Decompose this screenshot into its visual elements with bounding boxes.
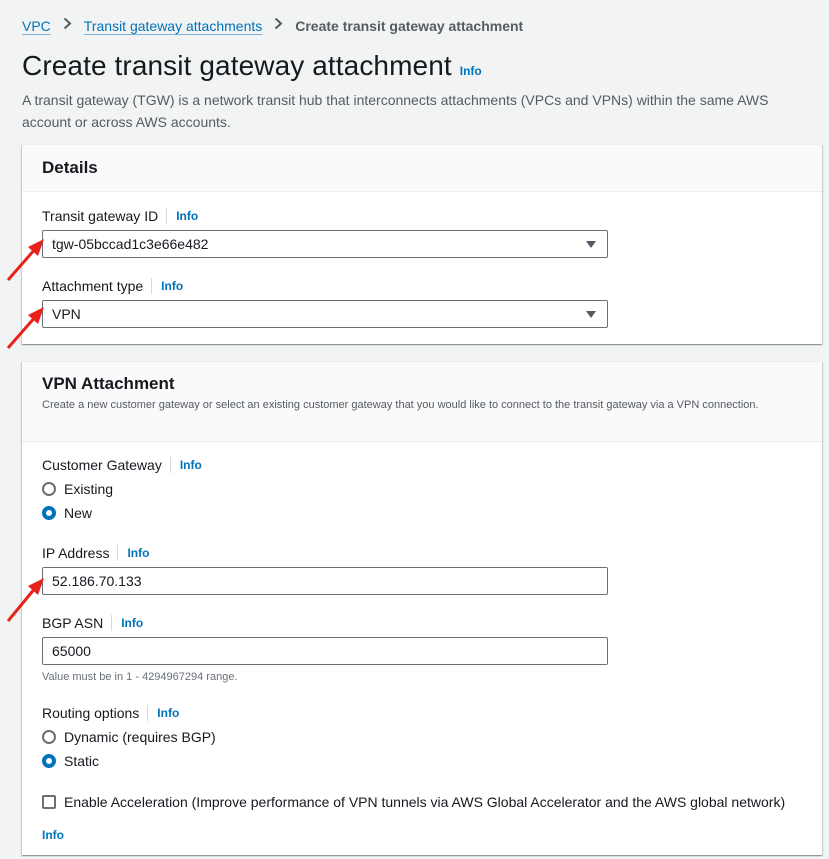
tgw-id-select[interactable]: tgw-05bccad1c3e66e482 — [42, 230, 608, 258]
attachment-type-value: VPN — [52, 306, 81, 322]
bgp-asn-input[interactable]: 65000 — [42, 637, 608, 665]
vpn-attachment-panel: VPN Attachment Create a new customer gat… — [22, 361, 822, 855]
customer-gateway-label: Customer Gateway — [42, 457, 162, 473]
routing-option-dynamic[interactable]: Dynamic (requires BGP) — [42, 725, 216, 749]
cgw-option-existing-label: Existing — [64, 481, 114, 497]
radio-dynamic[interactable] — [42, 730, 56, 744]
acceleration-label: Enable Acceleration (Improve performance… — [64, 794, 786, 810]
customer-gateway-info-link[interactable]: Info — [180, 458, 202, 472]
caret-down-icon — [586, 311, 596, 318]
details-heading: Details — [42, 158, 98, 177]
attachment-type-field: Attachment type Info VPN — [42, 278, 608, 328]
bgp-asn-hint: Value must be in 1 - 4294967294 range. — [42, 671, 238, 683]
vpn-subheading: Create a new customer gateway or select … — [42, 399, 759, 411]
cgw-option-existing[interactable]: Existing — [42, 477, 202, 501]
breadcrumb-transit-gateway-attachments[interactable]: Transit gateway attachments — [84, 18, 262, 34]
attachment-type-label: Attachment type — [42, 278, 144, 294]
ip-address-info-link[interactable]: Info — [127, 546, 149, 560]
annotation-arrow-icon — [6, 307, 44, 349]
bgp-asn-info-link[interactable]: Info — [121, 616, 143, 630]
chevron-right-icon — [63, 17, 72, 34]
acceleration-checkbox[interactable] — [42, 795, 56, 809]
attachment-type-info-link[interactable]: Info — [161, 279, 183, 293]
acceleration-checkbox-row[interactable]: Enable Acceleration (Improve performance… — [42, 790, 785, 814]
breadcrumb-vpc[interactable]: VPC — [22, 18, 51, 34]
ip-address-label: IP Address — [42, 545, 110, 561]
breadcrumb: VPC Transit gateway attachments Create t… — [22, 17, 523, 34]
routing-options-label: Routing options — [42, 705, 140, 721]
label-divider — [169, 457, 171, 473]
routing-option-static-label: Static — [64, 753, 100, 769]
radio-static[interactable] — [42, 754, 56, 768]
acceleration-info-link[interactable]: Info — [42, 828, 64, 842]
ip-address-field: IP Address Info 52.186.70.133 — [42, 545, 608, 595]
ip-address-input[interactable]: 52.186.70.133 — [42, 567, 608, 595]
tgw-id-info-link[interactable]: Info — [176, 209, 198, 223]
annotation-arrow-icon — [6, 578, 44, 622]
details-panel-header: Details — [22, 145, 822, 192]
breadcrumb-current: Create transit gateway attachment — [295, 17, 524, 34]
page-description: A transit gateway (TGW) is a network tra… — [22, 92, 769, 130]
label-divider — [117, 545, 119, 561]
bgp-asn-value: 65000 — [52, 643, 91, 659]
vpn-panel-header: VPN Attachment Create a new customer gat… — [22, 362, 822, 442]
tgw-id-label: Transit gateway ID — [42, 208, 159, 224]
cgw-option-new-label: New — [64, 505, 93, 521]
page-title-row: Create transit gateway attachment Info — [22, 50, 482, 82]
cgw-option-new[interactable]: New — [42, 501, 202, 525]
label-divider — [151, 278, 153, 294]
vpn-heading: VPN Attachment — [42, 374, 175, 393]
acceleration-field: Enable Acceleration (Improve performance… — [42, 790, 785, 844]
details-panel: Details Transit gateway ID Info tgw-05bc… — [22, 144, 822, 344]
attachment-type-select[interactable]: VPN — [42, 300, 608, 328]
ip-address-value: 52.186.70.133 — [52, 573, 142, 589]
radio-new[interactable] — [42, 506, 56, 520]
routing-options-field: Routing options Info Dynamic (requires B… — [42, 705, 216, 773]
bgp-asn-label: BGP ASN — [42, 615, 104, 631]
customer-gateway-field: Customer Gateway Info Existing New — [42, 457, 202, 525]
chevron-right-icon — [274, 17, 283, 34]
routing-option-dynamic-label: Dynamic (requires BGP) — [64, 729, 216, 745]
bgp-asn-field: BGP ASN Info 65000 Value must be in 1 - … — [42, 615, 608, 683]
routing-options-info-link[interactable]: Info — [157, 706, 179, 720]
radio-existing[interactable] — [42, 482, 56, 496]
label-divider — [166, 208, 168, 224]
annotation-arrow-icon — [6, 239, 44, 281]
tgw-id-value: tgw-05bccad1c3e66e482 — [52, 236, 209, 252]
tgw-id-field: Transit gateway ID Info tgw-05bccad1c3e6… — [42, 208, 608, 258]
label-divider — [111, 615, 113, 631]
label-divider — [147, 705, 149, 721]
caret-down-icon — [586, 241, 596, 248]
page-info-link[interactable]: Info — [460, 64, 482, 78]
page-title: Create transit gateway attachment — [22, 50, 452, 81]
routing-option-static[interactable]: Static — [42, 749, 216, 773]
